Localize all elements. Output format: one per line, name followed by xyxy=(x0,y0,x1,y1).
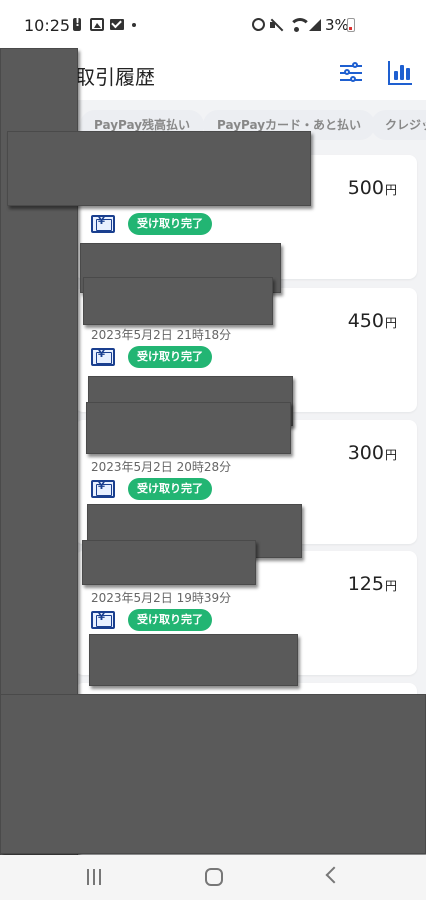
redaction-block xyxy=(0,694,426,854)
status-bar: 10:25 3% xyxy=(0,0,426,52)
transaction-date: 2023年5月2日 21時18分 xyxy=(91,328,232,342)
redaction-block xyxy=(89,634,298,686)
status-badge: 受け取り完了 xyxy=(128,346,212,368)
battery-percent: 3% xyxy=(325,16,349,34)
alarm-icon xyxy=(252,18,265,31)
status-time: 10:25 xyxy=(24,16,71,35)
yen-bill-icon xyxy=(91,611,115,629)
redaction-block xyxy=(82,540,256,585)
home-icon[interactable] xyxy=(205,868,223,886)
notification-dot-icon xyxy=(132,23,136,27)
transaction-amount: 300円 xyxy=(347,442,397,464)
mute-icon xyxy=(270,18,284,32)
photo-icon xyxy=(90,18,104,31)
yen-bill-icon xyxy=(91,480,115,498)
signal-icon xyxy=(309,18,322,31)
back-icon[interactable] xyxy=(325,866,343,884)
transaction-amount: 500円 xyxy=(347,177,397,199)
status-badge: 受け取り完了 xyxy=(128,609,212,631)
redaction-block xyxy=(83,277,273,325)
yen-bill-icon xyxy=(91,348,115,366)
status-badge: 受け取り完了 xyxy=(128,478,212,500)
page-title: 取引履歴 xyxy=(75,65,155,89)
recent-apps-icon[interactable] xyxy=(87,869,103,885)
transaction-date: 2023年5月2日 19時39分 xyxy=(91,591,232,605)
battery-icon xyxy=(347,18,355,32)
redaction-block xyxy=(86,402,291,454)
transaction-amount: 450円 xyxy=(347,310,397,332)
mail-icon xyxy=(110,19,124,30)
status-badge: 受け取り完了 xyxy=(128,213,212,235)
chip-credit[interactable]: クレジット xyxy=(371,110,426,140)
redaction-block xyxy=(7,131,311,206)
bar-chart-icon[interactable] xyxy=(388,61,412,85)
transaction-amount: 125円 xyxy=(347,573,397,595)
system-nav-bar xyxy=(0,855,426,900)
sliders-icon[interactable] xyxy=(340,62,362,84)
alert-icon xyxy=(73,16,81,31)
transaction-date: 2023年5月2日 20時28分 xyxy=(91,460,232,474)
wifi-icon xyxy=(289,18,311,32)
yen-bill-icon xyxy=(91,215,115,233)
